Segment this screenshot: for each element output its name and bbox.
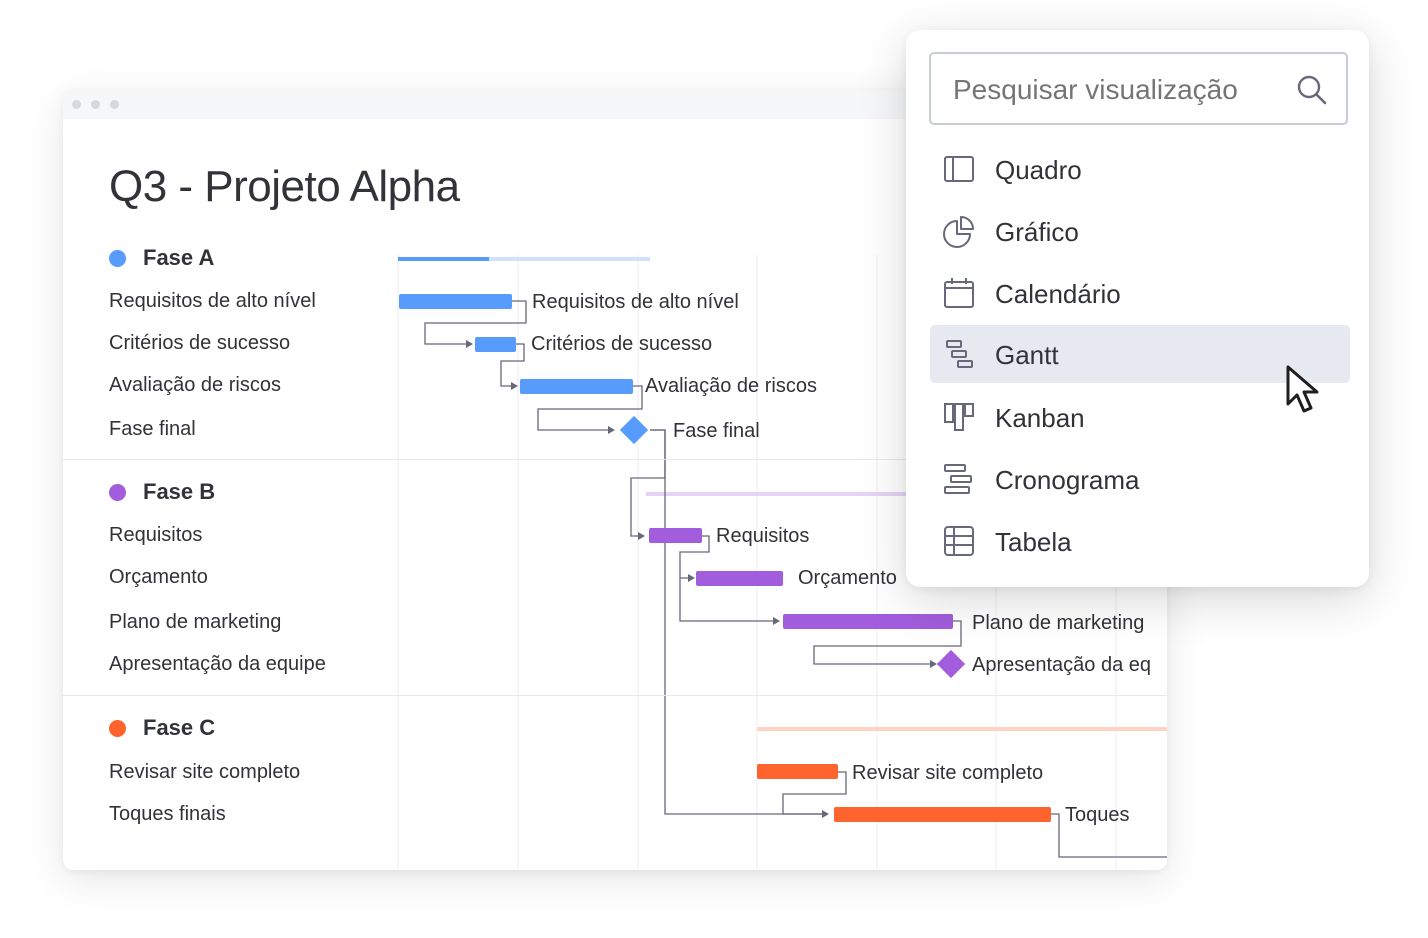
search-box[interactable] — [929, 52, 1348, 125]
board-icon — [944, 156, 974, 182]
view-option-label: Cronograma — [995, 465, 1140, 495]
task-bar-label: Apresentação da eq — [972, 654, 1151, 676]
task-bar-label: Critérios de sucesso — [531, 333, 712, 355]
phase-a-progress — [398, 257, 489, 261]
page-title: Q3 - Projeto Alpha — [109, 162, 460, 211]
view-option-tabela[interactable]: Tabela — [930, 512, 1350, 570]
phase-divider — [63, 695, 1167, 696]
task-bar-plano-marketing[interactable] — [783, 614, 953, 629]
search-input[interactable] — [953, 74, 1283, 106]
task-bar-avaliacao-riscos[interactable] — [520, 379, 633, 394]
view-option-label: Quadro — [995, 155, 1082, 185]
phase-name: Fase B — [143, 479, 216, 504]
kanban-icon — [944, 403, 974, 431]
view-option-label: Gráfico — [995, 217, 1079, 247]
phase-c-summary-bar — [757, 727, 1167, 731]
task-label[interactable]: Revisar site completo — [109, 760, 300, 784]
task-label[interactable]: Fase final — [109, 417, 196, 441]
view-option-calendario[interactable]: Calendário — [930, 264, 1350, 322]
milestone-apresentacao-equipe[interactable] — [936, 649, 966, 679]
task-label[interactable]: Critérios de sucesso — [109, 331, 290, 355]
view-option-grafico[interactable]: Gráfico — [930, 202, 1350, 260]
phase-color-dot — [109, 249, 126, 267]
view-option-quadro[interactable]: Quadro — [930, 140, 1350, 198]
task-label[interactable]: Apresentação da equipe — [109, 652, 326, 676]
phase-name: Fase A — [143, 245, 215, 270]
phase-header-c[interactable]: Fase C — [109, 715, 215, 741]
task-label[interactable]: Orçamento — [109, 565, 208, 589]
view-option-cronograma[interactable]: Cronograma — [930, 450, 1350, 508]
task-bar-label: Revisar site completo — [852, 762, 1043, 784]
table-icon — [944, 526, 974, 556]
task-bar-label: Requisitos — [716, 525, 809, 547]
task-bar-label: Plano de marketing — [972, 612, 1144, 634]
task-bar-orcamento[interactable] — [696, 571, 783, 586]
task-label[interactable]: Requisitos — [109, 523, 202, 547]
gantt-icon — [946, 340, 973, 368]
task-label[interactable]: Avaliação de riscos — [109, 373, 281, 397]
phase-color-dot — [109, 719, 126, 737]
view-option-label: Tabela — [995, 527, 1072, 557]
task-label[interactable]: Plano de marketing — [109, 610, 281, 634]
calendar-icon — [944, 278, 974, 308]
task-bar-label: Requisitos de alto nível — [532, 291, 739, 313]
task-bar-label: Toques — [1065, 804, 1130, 826]
phase-header-a[interactable]: Fase A — [109, 245, 214, 271]
chart-icon — [943, 216, 974, 248]
search-icon[interactable] — [1296, 74, 1328, 106]
phase-header-b[interactable]: Fase B — [109, 479, 215, 505]
phase-name: Fase C — [143, 715, 216, 740]
task-bar-label: Orçamento — [798, 567, 897, 589]
task-label[interactable]: Toques finais — [109, 802, 226, 826]
task-bar-requisitos[interactable] — [649, 528, 702, 543]
view-picker-menu: Quadro Gráfico Calendário Gantt — [906, 30, 1369, 587]
mouse-pointer-icon — [1286, 365, 1319, 413]
task-bar-revisar-site[interactable] — [757, 764, 838, 779]
view-option-label: Kanban — [995, 403, 1085, 433]
task-bar-label: Avaliação de riscos — [645, 375, 817, 397]
phase-color-dot — [109, 483, 126, 501]
task-bar-criterios-sucesso[interactable] — [475, 337, 516, 352]
task-bar-toques-finais[interactable] — [834, 807, 1051, 822]
task-bar-requisitos-alto-nivel[interactable] — [399, 294, 512, 309]
task-bar-label: Fase final — [673, 420, 760, 442]
task-label[interactable]: Requisitos de alto nível — [109, 289, 316, 313]
milestone-fase-final[interactable] — [619, 415, 649, 445]
view-option-label: Gantt — [995, 340, 1059, 370]
timeline-icon — [944, 464, 972, 494]
view-option-label: Calendário — [995, 279, 1121, 309]
